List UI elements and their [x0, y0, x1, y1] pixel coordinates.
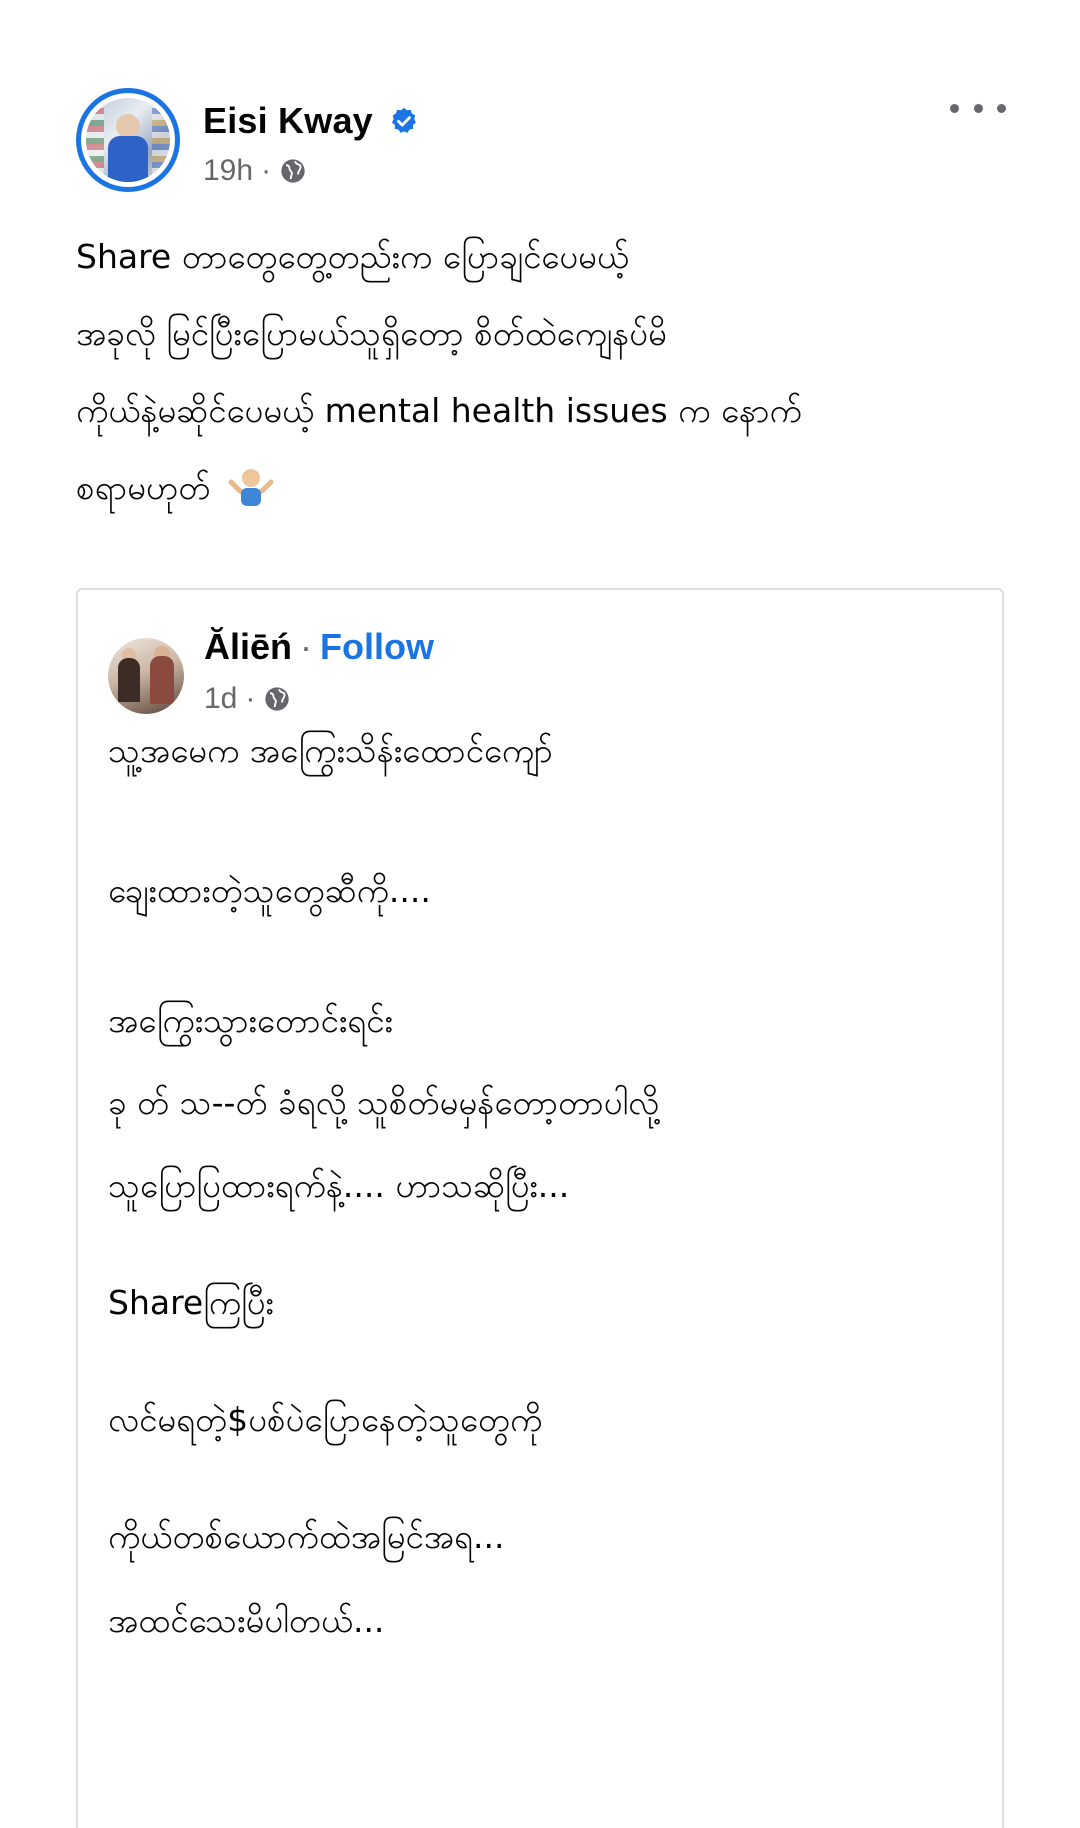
feed-post: Eisi Kway 19h · Share တာတွေတွေ့တည်းက ပြေ… — [0, 0, 1080, 1828]
shared-header: Ăliēń · Follow — [204, 626, 434, 668]
post-time[interactable]: 19h — [203, 154, 253, 188]
author-avatar[interactable] — [76, 88, 180, 192]
shared-author-name[interactable]: Ăliēń — [204, 626, 292, 668]
post-text-line: စရာမဟုတ် — [76, 468, 211, 507]
meta-separator: · — [245, 682, 256, 715]
more-dot — [973, 103, 983, 113]
shared-text-line: ချေးထားတဲ့သူတွေဆီကို.... — [108, 871, 431, 910]
shared-text-line: သူပြောပြထားရက်နဲ့.... ဟာသဆိုပြီး... — [108, 1166, 570, 1205]
avatar-face — [116, 114, 140, 138]
avatar-body — [118, 658, 140, 702]
shared-author-avatar[interactable] — [108, 638, 184, 714]
more-dot — [950, 103, 959, 113]
man-shrugging-emoji — [228, 468, 274, 506]
post-header: Eisi Kway 19h · — [76, 88, 1006, 198]
more-dot — [997, 103, 1006, 113]
meta-separator: · — [261, 154, 272, 187]
post-text: Share တာတွေတွေ့တည်းက ပြောချင်ပေမယ့် အခုလ… — [76, 218, 996, 526]
shared-text-line: ခု တ် သ--တ် ခံရလို့ သူစိတ်မမှန်တော့တာပါလ… — [108, 1083, 660, 1122]
shared-post-card[interactable]: Ăliēń · Follow 1d · သူ့အမေက အကြွေးသိန်းထ… — [76, 588, 1004, 1828]
post-text-line: အခုလို မြင်ပြီးပြောမယ်သူရှိတော့ စိတ်ထဲကျ… — [76, 314, 667, 353]
shared-text-line: ကိုယ်တစ်ယောက်ထဲအမြင်အရ... — [108, 1517, 505, 1556]
shared-text-line: အထင်သေးမိပါတယ်... — [108, 1601, 385, 1640]
follow-button[interactable]: Follow — [320, 626, 434, 668]
globe-icon — [281, 159, 305, 183]
author-name[interactable]: Eisi Kway — [203, 100, 373, 142]
more-options-icon[interactable] — [950, 96, 1006, 120]
shared-text-line: Shareကြပြီး — [108, 1283, 274, 1322]
avatar-background-right — [152, 108, 170, 178]
shared-text-line: သူ့အမေက အကြွေးသိန်းထောင်ကျော် — [108, 731, 553, 770]
post-text-line: Share တာတွေတွေ့တည်းက ပြောချင်ပေမယ့် — [76, 237, 629, 276]
post-meta: 19h · — [203, 154, 307, 188]
shared-post-time[interactable]: 1d — [204, 682, 237, 716]
avatar-body — [108, 136, 148, 182]
avatar-photo — [86, 98, 170, 182]
verified-badge-icon — [392, 107, 416, 133]
name-separator: · — [300, 626, 313, 667]
post-text-line: ကိုယ်နဲ့မဆိုင်ပေမယ့် mental health issue… — [76, 391, 802, 430]
globe-icon — [265, 687, 290, 711]
shared-text-line: လင်မရတဲ့$ပစ်ပဲပြောနေတဲ့သူတွေကို — [108, 1400, 543, 1439]
avatar-body — [150, 656, 174, 704]
post-text-line-last: စရာမဟုတ် — [76, 449, 996, 526]
shared-text-line: အကြွေးသွားတောင်းရင်း — [108, 1001, 393, 1040]
shared-meta: 1d · — [204, 682, 291, 716]
avatar-background-left — [86, 108, 104, 178]
